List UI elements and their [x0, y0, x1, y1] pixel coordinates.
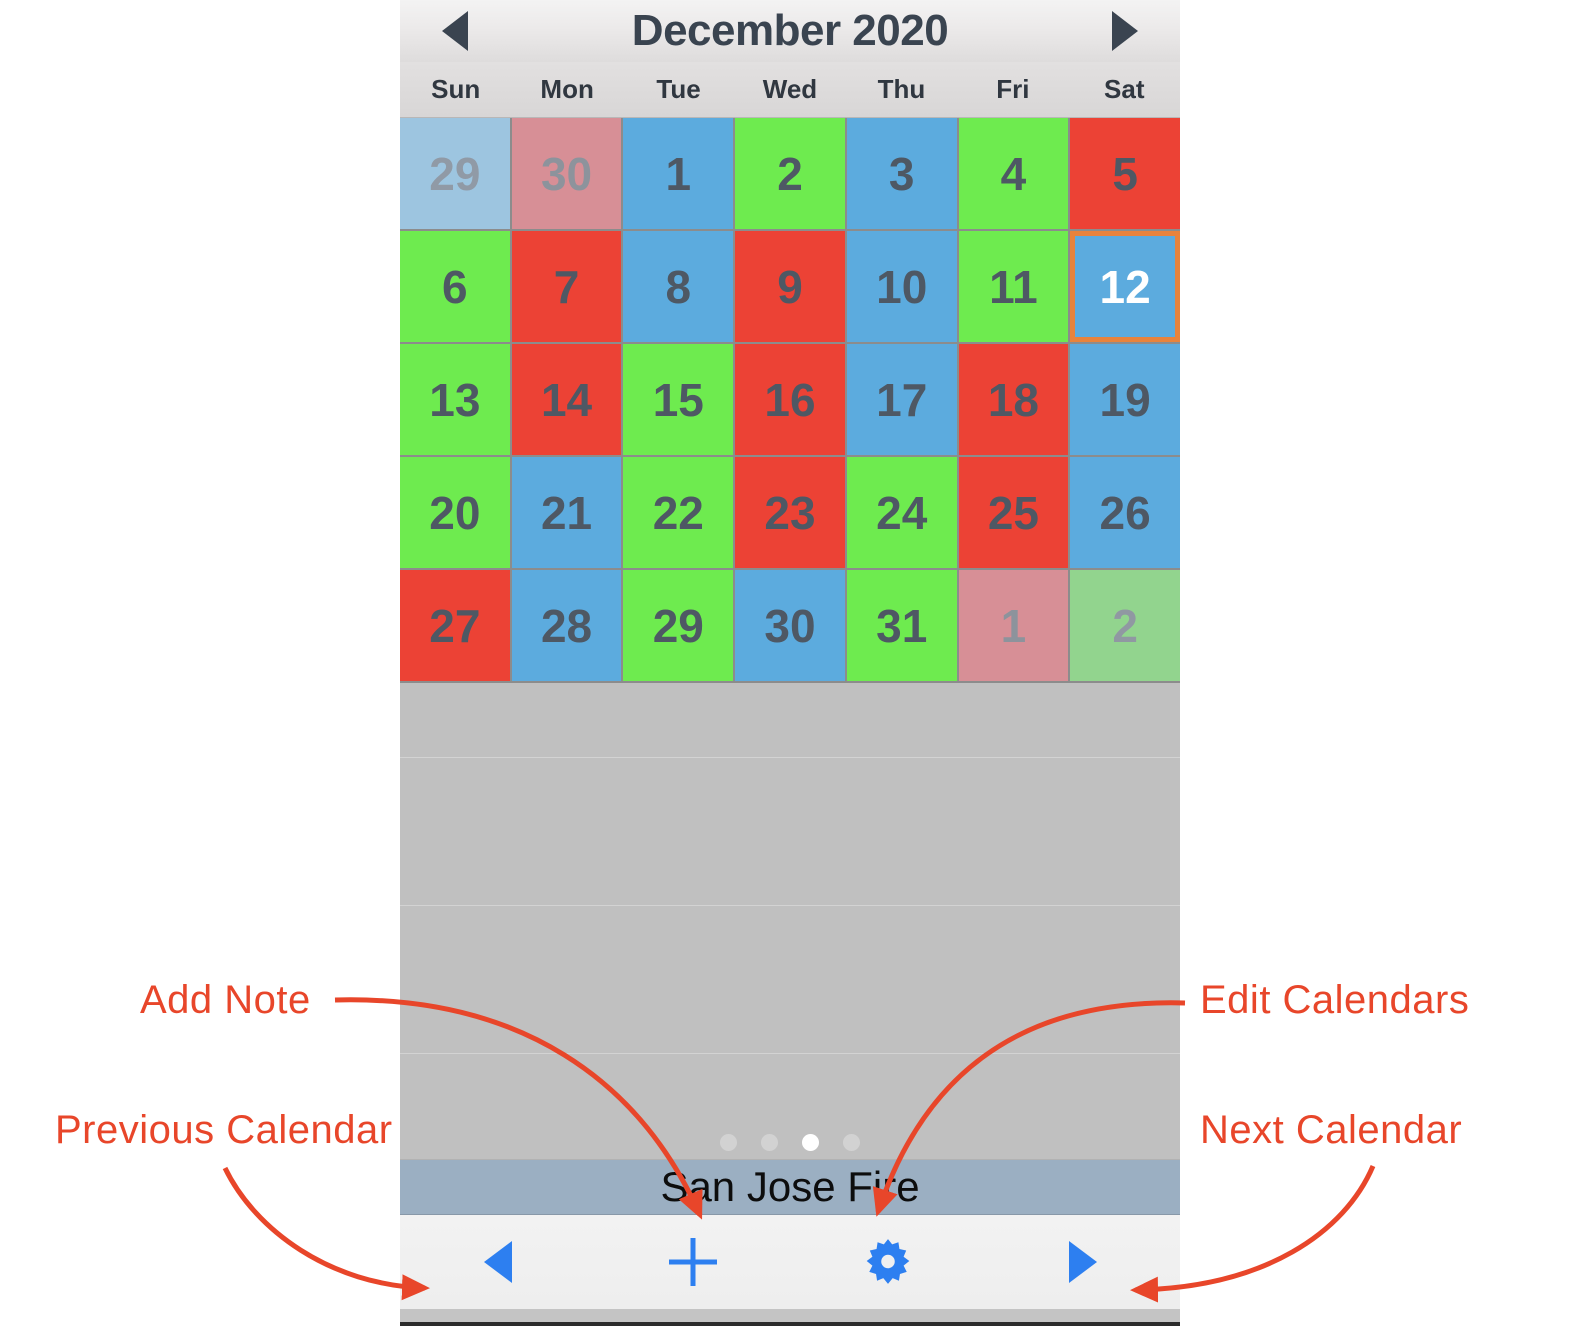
page-indicator[interactable] — [400, 1134, 1180, 1151]
calendar-day-cell[interactable]: 1 — [958, 570, 1069, 681]
weekday-header-row: Sun Mon Tue Wed Thu Fri Sat — [400, 62, 1180, 118]
body-separator-line — [400, 757, 1180, 758]
calendar-day-cell[interactable]: 5 — [1070, 118, 1180, 229]
weekday-label-wed: Wed — [762, 74, 818, 104]
calendar-day-cell[interactable]: 29 — [400, 118, 510, 229]
calendar-day-cell[interactable]: 30 — [511, 118, 622, 229]
calendar-day-cell[interactable]: 17 — [846, 344, 957, 455]
calendar-day-cell[interactable]: 31 — [846, 570, 957, 681]
calendar-day-cell[interactable]: 10 — [846, 231, 957, 342]
annotation-label-previous-calendar: Previous Calendar — [55, 1108, 393, 1152]
calendar-day-cell[interactable]: 29 — [623, 570, 734, 681]
weekday-label-thu: Thu — [877, 74, 926, 104]
calendar-day-cell[interactable]: 14 — [511, 344, 622, 455]
page-dot[interactable] — [843, 1134, 860, 1151]
calendar-day-cell[interactable]: 27 — [400, 570, 510, 681]
page-dot-active[interactable] — [802, 1134, 819, 1151]
calendar-day-cell[interactable]: 3 — [846, 118, 957, 229]
plus-icon — [668, 1238, 717, 1286]
weekday-label-sun: Sun — [431, 74, 481, 104]
page-dot[interactable] — [720, 1134, 737, 1151]
calendar-day-cell[interactable]: 20 — [400, 457, 510, 568]
calendar-day-cell[interactable]: 30 — [735, 570, 845, 681]
body-separator-line — [400, 1053, 1180, 1054]
calendar-day-cell[interactable]: 21 — [511, 457, 622, 568]
calendar-day-cell[interactable]: 24 — [846, 457, 957, 568]
calendar-day-cell[interactable]: 1 — [623, 118, 734, 229]
next-month-arrow-icon[interactable] — [1112, 11, 1138, 51]
previous-calendar-button[interactable] — [453, 1227, 543, 1297]
calendar-day-cell[interactable]: 2 — [735, 118, 845, 229]
body-separator-line — [400, 905, 1180, 906]
calendar-day-cell[interactable]: 26 — [1070, 457, 1180, 568]
calendar-day-cell[interactable]: 19 — [1070, 344, 1180, 455]
calendar-day-cell[interactable]: 23 — [735, 457, 845, 568]
calendar-day-cell[interactable]: 15 — [623, 344, 734, 455]
month-title: December 2020 — [631, 6, 949, 55]
calendar-day-cell[interactable]: 6 — [400, 231, 510, 342]
calendar-day-cell[interactable]: 9 — [735, 231, 845, 342]
calendar-day-cell[interactable]: 7 — [511, 231, 622, 342]
calendar-day-cell[interactable]: 25 — [958, 457, 1069, 568]
calendar-day-cell[interactable]: 28 — [511, 570, 622, 681]
gear-icon — [866, 1239, 909, 1284]
phone-app-frame: December 2020 Sun Mon Tue Wed Thu Fri Sat 29 30… — [400, 0, 1180, 1326]
triangle-left-icon — [483, 1241, 512, 1283]
annotation-label-next-calendar: Next Calendar — [1200, 1108, 1463, 1152]
edit-calendars-button[interactable] — [843, 1227, 933, 1297]
weekday-label-fri: Fri — [996, 74, 1030, 104]
notes-body-area — [400, 683, 1180, 1159]
annotation-label-edit-calendars: Edit Calendars — [1200, 978, 1470, 1022]
bottom-toolbar — [400, 1215, 1180, 1309]
previous-month-arrow-icon[interactable] — [442, 11, 468, 51]
triangle-right-icon — [1068, 1241, 1097, 1283]
calendar-day-cell[interactable]: 18 — [958, 344, 1069, 455]
calendar-day-cell[interactable]: 2 — [1070, 570, 1180, 681]
calendar-day-cell[interactable]: 16 — [735, 344, 845, 455]
annotation-label-add-note: Add Note — [140, 978, 311, 1022]
weekday-label-tue: Tue — [656, 74, 701, 104]
next-calendar-button[interactable] — [1038, 1227, 1128, 1297]
calendar-name-label: San Jose Fire — [660, 1163, 920, 1210]
add-note-button[interactable] — [648, 1227, 738, 1297]
calendar-day-cell[interactable]: 11 — [958, 231, 1069, 342]
calendar-day-cell-selected[interactable]: 12 — [1070, 231, 1180, 342]
screenshot-canvas: December 2020 Sun Mon Tue Wed Thu Fri Sat 29 30… — [0, 0, 1572, 1332]
calendar-day-cell[interactable]: 8 — [623, 231, 734, 342]
previous-calendar-arrow — [222, 1166, 430, 1301]
calendar-name-bar[interactable]: San Jose Fire — [400, 1159, 1180, 1215]
month-header: December 2020 — [400, 0, 1180, 62]
calendar-day-grid: 29 30 1 2 3 4 5 6 7 8 9 10 11 12 13 14 15 16 17 18 19 20 21 22 2… — [400, 118, 1180, 683]
weekday-label-mon: Mon — [540, 74, 594, 104]
calendar-day-cell[interactable]: 13 — [400, 344, 510, 455]
page-dot[interactable] — [761, 1134, 778, 1151]
calendar-day-cell[interactable]: 22 — [623, 457, 734, 568]
weekday-label-sat: Sat — [1104, 74, 1145, 104]
calendar-day-cell[interactable]: 4 — [958, 118, 1069, 229]
